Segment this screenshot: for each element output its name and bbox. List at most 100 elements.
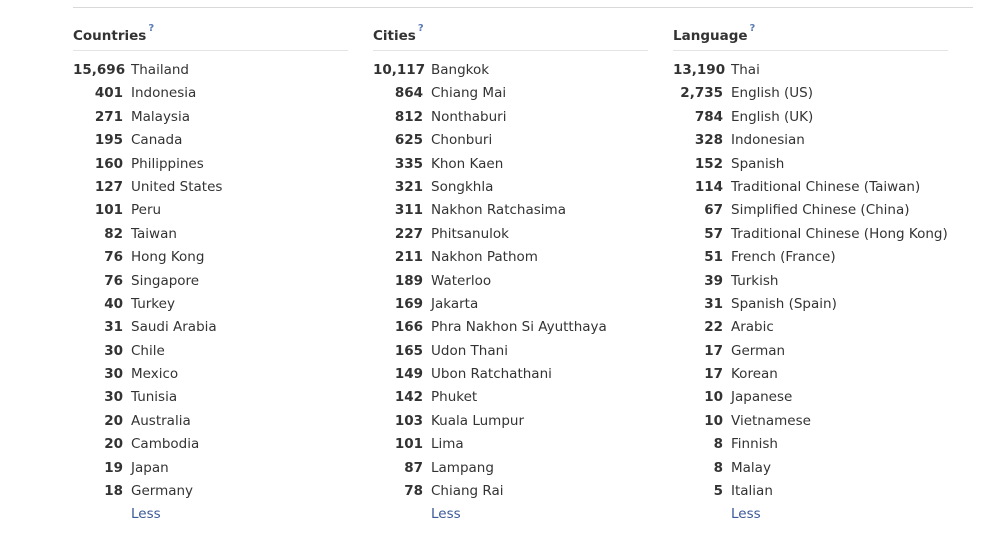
list-item: 22 Arabic bbox=[673, 316, 948, 339]
item-label: English (US) bbox=[731, 85, 814, 102]
item-count: 57 bbox=[704, 225, 723, 242]
item-count: 103 bbox=[394, 412, 423, 429]
list-item: 152 Spanish bbox=[673, 153, 948, 176]
list-item: 17 Korean bbox=[673, 363, 948, 386]
item-label: Singapore bbox=[131, 272, 200, 289]
item-count: 149 bbox=[394, 366, 423, 383]
item-count: 30 bbox=[104, 389, 123, 406]
item-count: 87 bbox=[404, 459, 423, 476]
list-item: 8 Malay bbox=[673, 457, 948, 480]
language-title-text: Language bbox=[673, 28, 748, 44]
list-item: 2,735 English (US) bbox=[673, 82, 948, 105]
item-count: 82 bbox=[104, 225, 123, 242]
item-label: Nakhon Pathom bbox=[431, 249, 538, 266]
item-label: Nonthaburi bbox=[431, 108, 507, 125]
list-item: 8 Finnish bbox=[673, 433, 948, 456]
list-item: 18 Germany bbox=[73, 480, 348, 503]
item-label: Bangkok bbox=[431, 62, 490, 78]
cities-header: Cities? bbox=[373, 22, 648, 51]
item-count: 195 bbox=[94, 132, 123, 149]
item-count: 15,696 bbox=[73, 62, 126, 78]
item-count: 311 bbox=[394, 202, 423, 219]
countries-list: 15,696 Thailand 401 Indonesia 271 Malaysia 195… bbox=[73, 59, 348, 503]
list-item: 39 Turkish bbox=[673, 270, 948, 293]
item-label: Vietnamese bbox=[731, 412, 811, 429]
item-label: Nakhon Ratchasima bbox=[431, 202, 566, 219]
list-item: 30 Tunisia bbox=[73, 386, 348, 409]
item-label: Indonesia bbox=[131, 85, 197, 102]
cities-less-link[interactable]: Less bbox=[431, 503, 461, 526]
item-count: 271 bbox=[94, 108, 123, 125]
list-item: 271 Malaysia bbox=[73, 106, 348, 129]
item-label: Simplified Chinese (China) bbox=[731, 202, 910, 219]
item-label: Turkey bbox=[131, 295, 175, 312]
list-item: 57 Traditional Chinese (Hong Kong) bbox=[673, 223, 948, 246]
item-count: 17 bbox=[704, 366, 723, 383]
item-label: Taiwan bbox=[131, 225, 177, 242]
list-item: 142 Phuket bbox=[373, 386, 648, 409]
item-count: 40 bbox=[104, 295, 123, 312]
list-item: 87 Lampang bbox=[373, 457, 648, 480]
list-item: 76 Singapore bbox=[73, 270, 348, 293]
list-item: 103 Kuala Lumpur bbox=[373, 410, 648, 433]
countries-help-icon[interactable]: ? bbox=[148, 23, 154, 34]
countries-less-link[interactable]: Less bbox=[131, 503, 161, 526]
item-count: 31 bbox=[104, 319, 123, 336]
item-count: 2,735 bbox=[680, 85, 723, 102]
item-label: Spanish (Spain) bbox=[731, 295, 837, 312]
list-item: 401 Indonesia bbox=[73, 82, 348, 105]
list-item: 625 Chonburi bbox=[373, 129, 648, 152]
list-item: 30 Chile bbox=[73, 340, 348, 363]
list-item: 311 Nakhon Ratchasima bbox=[373, 199, 648, 222]
item-count: 401 bbox=[94, 85, 123, 102]
item-count: 101 bbox=[394, 436, 423, 453]
item-count: 10 bbox=[704, 412, 723, 429]
item-count: 10 bbox=[704, 389, 723, 406]
item-count: 169 bbox=[394, 295, 423, 312]
list-item: 784 English (UK) bbox=[673, 106, 948, 129]
list-item: 335 Khon Kaen bbox=[373, 153, 648, 176]
list-item: 67 Simplified Chinese (China) bbox=[673, 199, 948, 222]
cities-help-icon[interactable]: ? bbox=[418, 23, 424, 34]
item-label: Phra Nakhon Si Ayutthaya bbox=[431, 319, 607, 336]
countries-column: Countries? 15,696 Thailand 401 Indonesia 271… bbox=[73, 22, 348, 527]
item-label: Thailand bbox=[131, 62, 189, 78]
item-count: 78 bbox=[404, 483, 423, 500]
item-label: Korean bbox=[731, 366, 778, 383]
item-label: Khon Kaen bbox=[431, 155, 504, 172]
list-item: 31 Spanish (Spain) bbox=[673, 293, 948, 316]
list-item: 30 Mexico bbox=[73, 363, 348, 386]
item-count: 76 bbox=[104, 272, 123, 289]
item-label: Phitsanulok bbox=[431, 225, 509, 242]
item-label: French (France) bbox=[731, 249, 836, 266]
list-item: 13,190 Thai bbox=[673, 59, 948, 82]
item-label: Malay bbox=[731, 459, 771, 476]
language-help-icon[interactable]: ? bbox=[750, 23, 756, 34]
item-label: Canada bbox=[131, 132, 183, 149]
item-count: 76 bbox=[104, 249, 123, 266]
item-label: Waterloo bbox=[431, 272, 492, 289]
item-count: 39 bbox=[704, 272, 723, 289]
top-divider bbox=[73, 7, 973, 8]
list-item: 10,117 Bangkok bbox=[373, 59, 648, 82]
countries-header: Countries? bbox=[73, 22, 348, 51]
list-item: 31 Saudi Arabia bbox=[73, 316, 348, 339]
list-item: 127 United States bbox=[73, 176, 348, 199]
item-count: 160 bbox=[94, 155, 123, 172]
item-count: 625 bbox=[394, 132, 423, 149]
item-count: 30 bbox=[104, 342, 123, 359]
item-count: 166 bbox=[394, 319, 423, 336]
list-item: 10 Vietnamese bbox=[673, 410, 948, 433]
cities-column: Cities? 10,117 Bangkok 864 Chiang Mai 812 Non… bbox=[373, 22, 648, 527]
list-item: 321 Songkhla bbox=[373, 176, 648, 199]
item-count: 67 bbox=[704, 202, 723, 219]
item-label: English (UK) bbox=[731, 108, 814, 125]
item-count: 114 bbox=[694, 178, 723, 195]
item-count: 13,190 bbox=[673, 62, 726, 78]
list-item: 195 Canada bbox=[73, 129, 348, 152]
item-count: 18 bbox=[104, 483, 123, 500]
item-label: Japanese bbox=[731, 389, 793, 406]
language-list: 13,190 Thai 2,735 English (US) 784 English (U… bbox=[673, 59, 948, 503]
item-label: Saudi Arabia bbox=[131, 319, 217, 336]
language-less-link[interactable]: Less bbox=[731, 503, 761, 526]
